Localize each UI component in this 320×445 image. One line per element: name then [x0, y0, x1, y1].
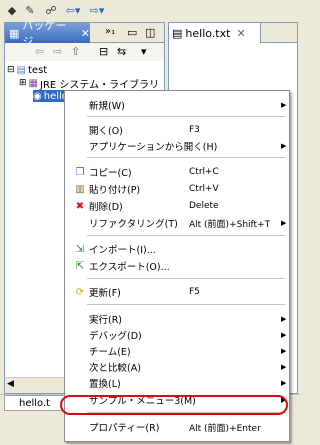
- context-menu: 新規(W) ▶ 開く(O) F3 アプリケーションから開く(H) ▶ ❐ コピー…: [64, 90, 290, 442]
- menu-item-paste[interactable]: ▥ 貼り付け(P) Ctrl+V: [65, 180, 289, 198]
- tree-item-label: JRE システム・ライブラリ: [40, 79, 160, 91]
- menu-item-open-with[interactable]: アプリケーションから開く(H) ▶: [65, 137, 289, 155]
- menu-item-replace-with[interactable]: 置換(L) ▶: [65, 374, 289, 392]
- submenu-arrow-icon: ▶: [281, 347, 287, 355]
- menu-item-label: インポート(I)...: [89, 245, 156, 256]
- menu-item-label: アプリケーションから開く(H): [89, 142, 218, 153]
- refresh-icon: ⟳: [75, 286, 85, 298]
- menu-item-label: コピー(C): [89, 168, 132, 179]
- menu-item-shortcut: Ctrl+C: [189, 167, 219, 177]
- menu-separator: [87, 278, 285, 279]
- package-explorer-icon: ▦: [9, 26, 20, 40]
- expand-toggle-icon[interactable]: ⊞: [19, 78, 27, 88]
- text-file-icon: ▤: [172, 26, 183, 40]
- menu-item-new[interactable]: 新規(W) ▶: [65, 96, 289, 114]
- menu-item-refactor[interactable]: リファクタリング(T) Alt (前面)+Shift+T ▶: [65, 214, 289, 232]
- scroll-left-icon[interactable]: ◀: [7, 379, 14, 389]
- menu-item-shortcut: Alt (前面)+Enter: [189, 423, 261, 434]
- submenu-arrow-icon: ▶: [281, 331, 287, 339]
- tree-item-project[interactable]: ⊟ ▤ test: [7, 64, 47, 76]
- menu-item-label: 開く(O): [89, 126, 123, 137]
- menu-item-label: 削除(D): [89, 202, 123, 213]
- maximize-icon[interactable]: ◫: [145, 26, 155, 39]
- menu-item-shortcut: F3: [189, 125, 200, 135]
- menu-item-shortcut: Ctrl+V: [189, 184, 219, 194]
- menu-item-shortcut: Delete: [189, 201, 219, 211]
- menu-separator: [87, 116, 285, 117]
- editor-tabbar: ▤ hello.txt ✕: [169, 23, 297, 43]
- menu-item-label: チーム(E): [89, 347, 131, 358]
- paste-icon: ▥: [75, 183, 85, 195]
- menu-separator: [87, 235, 285, 236]
- forward-icon[interactable]: ⇨▾: [86, 2, 108, 19]
- submenu-arrow-icon: ▶: [281, 219, 287, 227]
- menu-item-delete[interactable]: ✖ 削除(D) Delete: [65, 197, 289, 215]
- file-icon: ◉: [33, 90, 42, 102]
- copy-icon: ❐: [75, 166, 85, 178]
- view-overflow-icon[interactable]: »₁: [105, 26, 115, 37]
- export-icon: ⇱: [75, 260, 85, 272]
- close-icon[interactable]: ✕: [81, 27, 90, 40]
- tree-item-jre[interactable]: ⊞ ▦ JRE システム・ライブラリ: [19, 77, 160, 91]
- menu-item-properties[interactable]: プロパティー(R) Alt (前面)+Enter: [65, 418, 289, 436]
- collapse-toggle-icon[interactable]: ⊟: [7, 65, 15, 75]
- menu-item-label: 更新(F): [89, 288, 121, 299]
- editor-tab-label: hello.txt: [185, 26, 231, 40]
- menu-separator: [87, 157, 285, 158]
- link-editor-icon[interactable]: ⇆: [117, 45, 126, 58]
- menu-item-shortcut: Alt (前面)+Shift+T: [189, 219, 271, 230]
- import-icon: ⇲: [75, 243, 85, 255]
- close-icon[interactable]: ✕: [236, 27, 245, 40]
- menu-item-copy[interactable]: ❐ コピー(C) Ctrl+C: [65, 163, 289, 181]
- menu-item-label: リファクタリング(T): [89, 219, 178, 230]
- project-icon: ▤: [16, 64, 26, 76]
- menu-item-label: 実行(R): [89, 315, 123, 326]
- view-menu-icon[interactable]: ▾: [141, 45, 147, 58]
- menu-item-label: デバッグ(D): [89, 331, 142, 342]
- library-icon: ▦: [28, 77, 38, 89]
- collapse-all-icon[interactable]: ⊟: [99, 45, 108, 58]
- submenu-arrow-icon: ▶: [281, 315, 287, 323]
- tab-package-explorer[interactable]: ▦ パッケージ... ✕: [5, 19, 90, 48]
- submenu-arrow-icon: ▶: [281, 363, 287, 371]
- tab-hello-txt[interactable]: ▤ hello.txt ✕: [169, 23, 261, 43]
- menu-item-shortcut: F5: [189, 287, 200, 297]
- menu-item-label: 置換(L): [89, 379, 121, 390]
- menu-item-import[interactable]: ⇲ インポート(I)...: [65, 240, 289, 258]
- perspective-icon[interactable]: ◆: [4, 2, 20, 19]
- minimize-icon[interactable]: ▭: [127, 26, 137, 39]
- submenu-arrow-icon: ▶: [281, 142, 287, 150]
- up-icon[interactable]: ⇧: [71, 45, 80, 58]
- menu-item-label: 次と比較(A): [89, 363, 141, 374]
- submenu-arrow-icon: ▶: [281, 379, 287, 387]
- submenu-arrow-icon: ▶: [281, 101, 287, 109]
- menu-item-label: 新規(W): [89, 101, 125, 112]
- menu-item-refresh[interactable]: ⟳ 更新(F) F5: [65, 283, 289, 301]
- menu-item-label: 貼り付け(P): [89, 185, 141, 196]
- tree-item-label: test: [28, 64, 48, 76]
- menu-item-label: エクスポート(O)...: [89, 262, 170, 273]
- status-tab-label: hello.t: [19, 397, 51, 409]
- forward-nav-icon[interactable]: ⇨: [53, 45, 62, 58]
- menu-item-label: プロパティー(R): [89, 423, 160, 434]
- menu-item-export[interactable]: ⇱ エクスポート(O)...: [65, 257, 289, 275]
- highlight-ring: [60, 395, 288, 415]
- delete-icon: ✖: [75, 200, 85, 212]
- back-nav-icon[interactable]: ⇦: [35, 45, 44, 58]
- menu-separator: [87, 304, 285, 305]
- package-explorer-toolbar: ⇦ ⇨ ⇧ ⊟ ⇆ ▾: [5, 43, 164, 61]
- package-explorer-tabbar: ▦ パッケージ... ✕ »₁ ▭ ◫: [5, 19, 164, 48]
